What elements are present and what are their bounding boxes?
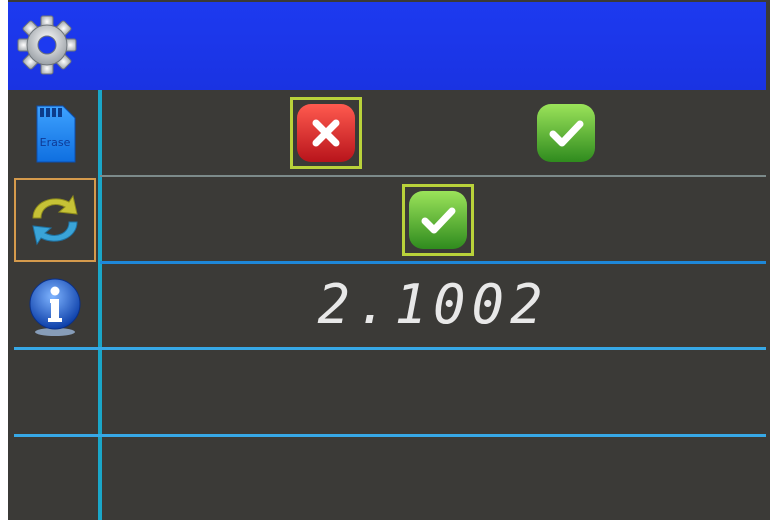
confirm-check-icon bbox=[409, 191, 467, 249]
confirm-check-icon bbox=[537, 104, 595, 162]
erase-label: Erase bbox=[39, 136, 71, 149]
row-divider bbox=[100, 175, 766, 177]
confirm-refresh-button[interactable] bbox=[408, 190, 468, 250]
settings-button[interactable] bbox=[14, 12, 80, 78]
row-divider bbox=[14, 347, 766, 350]
cancel-x-icon bbox=[297, 104, 355, 162]
row-divider bbox=[14, 434, 766, 437]
cancel-button[interactable] bbox=[296, 103, 356, 163]
top-bar bbox=[8, 2, 766, 90]
device-screen: Erase 2.1002 bbox=[0, 0, 782, 520]
sidebar-item-refresh[interactable] bbox=[14, 178, 96, 262]
info-icon bbox=[29, 278, 81, 336]
sidebar-item-erase[interactable]: Erase bbox=[14, 92, 96, 176]
sd-card-erase-icon: Erase bbox=[33, 104, 77, 164]
version-readout: 2.1002 bbox=[100, 262, 766, 347]
refresh-arrows-icon bbox=[32, 194, 78, 246]
confirm-erase-button[interactable] bbox=[536, 103, 596, 163]
sidebar-item-info[interactable] bbox=[14, 264, 96, 348]
gear-icon bbox=[17, 15, 77, 75]
version-number: 2.1002 bbox=[317, 273, 549, 336]
